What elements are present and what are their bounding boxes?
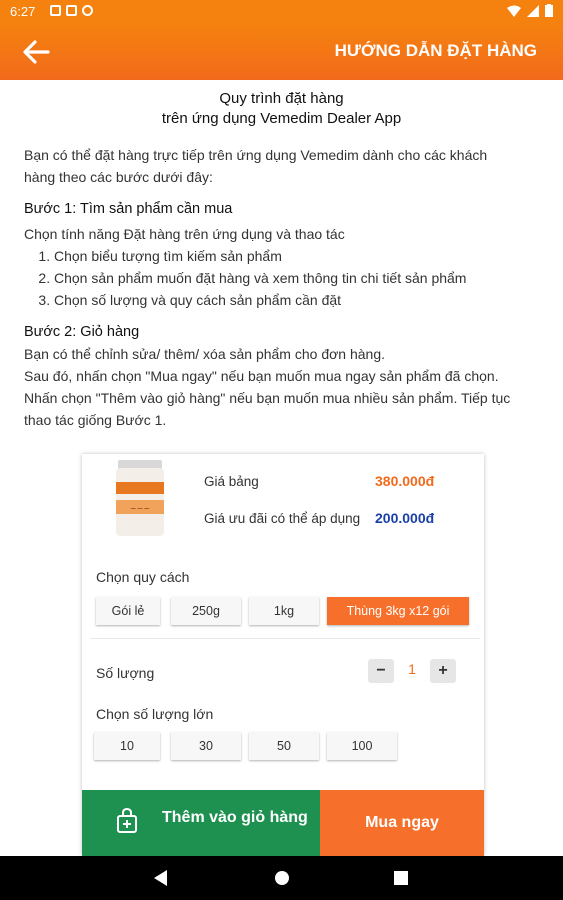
notification-icons	[50, 5, 93, 16]
notification-icon	[66, 5, 77, 16]
app-bar: HƯỚNG DẪN ĐẶT HÀNG	[0, 24, 563, 80]
spec-chip-selected[interactable]: Thùng 3kg x12 gói	[327, 597, 469, 625]
status-time: 6:27	[10, 4, 36, 19]
list-item: Chọn sản phẩm muốn đặt hàng và xem thông…	[54, 267, 563, 289]
system-icons	[507, 4, 553, 17]
page-title: HƯỚNG DẪN ĐẶT HÀNG	[334, 41, 537, 60]
step2-line: Sau đó, nhấn chọn "Mua ngay" nếu bạn muố…	[24, 368, 499, 384]
wifi-icon	[507, 5, 521, 17]
step2-line: Nhấn chọn "Thêm vào giỏ hàng" nếu bạn mu…	[24, 390, 511, 406]
intro-line: hàng theo các bước dưới đây:	[24, 169, 213, 185]
step1-desc: Chọn tính năng Đặt hàng trên ứng dụng và…	[24, 226, 345, 242]
minus-icon: −	[376, 662, 386, 679]
spec-chip[interactable]: Gói lẻ	[96, 597, 160, 625]
shopping-bag-icon	[117, 808, 137, 833]
nav-home-icon[interactable]	[274, 870, 290, 886]
list-price: 380.000đ	[375, 473, 435, 489]
step2-paragraph: Bạn có thể chỉnh sửa/ thêm/ xóa sản phẩm…	[24, 343, 539, 431]
list-price-label: Giá bảng	[204, 474, 259, 489]
notification-icon	[50, 5, 61, 16]
nav-back-icon[interactable]	[154, 870, 168, 886]
bulk-chip[interactable]: 30	[171, 732, 241, 760]
intro-line: Bạn có thể đặt hàng trực tiếp trên ứng d…	[24, 147, 488, 163]
plus-icon: +	[438, 662, 448, 679]
add-to-cart-label: Thêm vào giỏ hàng	[162, 809, 308, 826]
promo-price: 200.000đ	[375, 510, 435, 526]
bulk-chip[interactable]: 50	[249, 732, 319, 760]
spec-chip[interactable]: 250g	[171, 597, 241, 625]
step1-heading: Bước 1: Tìm sản phẩm cần mua	[24, 201, 233, 217]
nav-recents-icon[interactable]	[394, 871, 408, 885]
status-bar: 6:27	[0, 0, 563, 24]
list-item: Chọn biểu tượng tìm kiếm sản phẩm	[54, 245, 563, 267]
back-arrow-icon[interactable]	[20, 36, 52, 68]
product-image: ~~~	[116, 460, 164, 536]
doc-title-line1: Quy trình đặt hàng	[219, 90, 344, 107]
step2-line: thao tác giống Bước 1.	[24, 412, 167, 428]
spec-chip[interactable]: 1kg	[249, 597, 319, 625]
step1-list: Chọn biểu tượng tìm kiếm sản phẩm Chọn s…	[0, 245, 563, 311]
increase-button[interactable]: +	[430, 659, 456, 683]
bulk-chip[interactable]: 10	[94, 732, 160, 760]
step2-heading: Bước 2: Giỏ hàng	[24, 324, 140, 340]
divider	[90, 638, 480, 639]
quantity-label: Số lượng	[96, 665, 155, 681]
bulk-chip[interactable]: 100	[327, 732, 397, 760]
svg-text:~~~: ~~~	[130, 504, 150, 513]
step2-line: Bạn có thể chỉnh sửa/ thêm/ xóa sản phẩm…	[24, 346, 385, 362]
system-nav-bar	[0, 856, 563, 900]
doc-title: Quy trình đặt hàng trên ứng dụng Vemedim…	[0, 89, 563, 129]
buy-now-label: Mua ngay	[365, 814, 439, 831]
list-item: Chọn số lượng và quy cách sản phẩm cần đ…	[54, 289, 563, 311]
signal-icon	[527, 4, 539, 17]
notification-icon	[82, 5, 93, 16]
intro-paragraph: Bạn có thể đặt hàng trực tiếp trên ứng d…	[24, 144, 539, 188]
promo-price-label: Giá ưu đãi có thể áp dụng	[204, 511, 361, 526]
action-bar: Thêm vào giỏ hàng Mua ngay	[82, 790, 484, 856]
guide-content[interactable]: Quy trình đặt hàng trên ứng dụng Vemedim…	[0, 80, 563, 856]
decrease-button[interactable]: −	[368, 659, 394, 683]
bulk-label: Chọn số lượng lớn	[96, 706, 214, 722]
doc-title-line2: trên ứng dụng Vemedim Dealer App	[161, 110, 402, 127]
add-to-cart-button[interactable]: Thêm vào giỏ hàng	[82, 790, 320, 856]
quantity-value: 1	[408, 661, 416, 677]
battery-icon	[545, 4, 553, 17]
spec-label: Chọn quy cách	[96, 569, 190, 585]
buy-now-button[interactable]: Mua ngay	[320, 790, 484, 856]
